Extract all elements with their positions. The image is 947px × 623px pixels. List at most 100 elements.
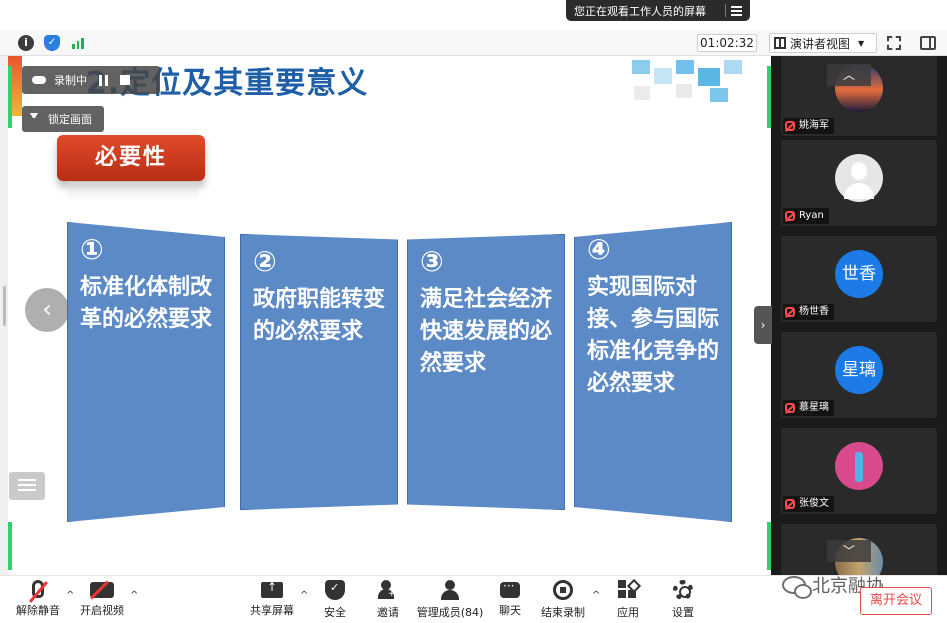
security-button[interactable]: 安全 bbox=[305, 580, 365, 620]
panel-text: 满足社会经济快速发展的必然要求 bbox=[420, 287, 553, 376]
record-stop-icon bbox=[553, 580, 573, 600]
settings-button[interactable]: 设置 bbox=[653, 580, 713, 620]
participant-label: 张俊文 bbox=[783, 496, 834, 512]
necessity-tag: 必要性 bbox=[57, 135, 205, 181]
pause-icon[interactable] bbox=[99, 74, 108, 86]
view-mode-label: 演讲者视图 bbox=[790, 36, 851, 51]
avatar: 世香 bbox=[835, 250, 883, 298]
leave-meeting-button[interactable]: 离开会议 bbox=[860, 587, 932, 615]
participant-label: 姚海军 bbox=[783, 118, 834, 134]
mic-muted-icon bbox=[785, 121, 795, 131]
decor-square bbox=[724, 60, 742, 74]
lock-screen-label: 锁定画面 bbox=[48, 113, 92, 126]
chevron-up-icon[interactable]: ^ bbox=[130, 590, 138, 601]
share-screen-icon bbox=[261, 580, 283, 598]
panel-number: ② bbox=[253, 245, 277, 278]
start-video-button[interactable]: 开启视频 bbox=[72, 580, 132, 618]
mic-muted-icon bbox=[785, 307, 795, 317]
apps-label: 应用 bbox=[617, 606, 639, 619]
menu-icon[interactable] bbox=[731, 4, 742, 16]
chevron-up-icon[interactable]: ︿ bbox=[827, 64, 871, 86]
members-icon bbox=[440, 580, 460, 600]
layout-icon bbox=[774, 37, 786, 49]
cloud-icon bbox=[32, 76, 46, 84]
slide-edge-marker bbox=[8, 522, 12, 570]
manage-members-button[interactable]: 管理成员(84) bbox=[413, 580, 487, 620]
pin-icon bbox=[30, 113, 38, 125]
gear-icon bbox=[673, 580, 693, 600]
avatar bbox=[835, 442, 883, 490]
slide-panel: ② 政府职能转变的必然要求 bbox=[240, 234, 398, 510]
participant-tile[interactable]: Ryan bbox=[781, 140, 937, 226]
share-screen-label: 共享屏幕 bbox=[250, 604, 294, 617]
panel-number: ① bbox=[80, 233, 104, 266]
sidebar-toggle-icon[interactable] bbox=[920, 36, 936, 50]
info-icon[interactable]: i bbox=[18, 35, 34, 51]
collapse-gallery-button[interactable]: › bbox=[754, 306, 772, 344]
mic-muted-icon bbox=[785, 403, 795, 413]
settings-label: 设置 bbox=[672, 606, 694, 619]
slide-edge-marker bbox=[8, 66, 12, 128]
mic-muted-icon bbox=[32, 580, 44, 598]
screen-share-banner: 您正在观看工作人员的屏幕 bbox=[566, 0, 750, 21]
decor-square bbox=[654, 68, 672, 84]
participant-name: 杨世香 bbox=[799, 306, 829, 317]
prev-slide-button[interactable]: ‹ bbox=[25, 288, 69, 332]
participant-tile[interactable]: 张俊文 bbox=[781, 428, 937, 514]
recording-panel: 录制中 bbox=[22, 66, 160, 94]
invite-button[interactable]: 邀请 bbox=[358, 580, 418, 620]
apps-button[interactable]: 应用 bbox=[598, 580, 658, 620]
participant-label: 慕星璃 bbox=[783, 400, 834, 416]
apps-icon bbox=[618, 580, 638, 600]
wechat-icon bbox=[782, 576, 812, 599]
avatar: 星璃 bbox=[835, 346, 883, 394]
panel-number: ③ bbox=[420, 245, 444, 278]
invite-label: 邀请 bbox=[377, 606, 399, 619]
list-icon[interactable] bbox=[9, 472, 45, 500]
decor-square bbox=[676, 60, 694, 74]
invite-icon bbox=[378, 580, 398, 600]
slide-panel: ① 标准化体制改革的必然要求 bbox=[67, 222, 225, 522]
meeting-timer: 01:02:32 bbox=[697, 34, 757, 52]
panel-text: 政府职能转变的必然要求 bbox=[253, 287, 386, 344]
fullscreen-icon[interactable] bbox=[887, 36, 901, 50]
share-screen-button[interactable]: 共享屏幕 bbox=[242, 580, 302, 618]
mic-muted-icon bbox=[785, 499, 795, 509]
chat-label: 聊天 bbox=[499, 604, 521, 617]
tag-reflection bbox=[68, 182, 198, 202]
chat-icon bbox=[500, 579, 520, 598]
mic-muted-icon bbox=[785, 211, 795, 221]
caret-down-icon: ▼ bbox=[858, 38, 865, 48]
shield-icon bbox=[325, 580, 345, 600]
participant-name: 张俊文 bbox=[799, 498, 829, 509]
left-edge-strip bbox=[0, 56, 8, 575]
decor-square bbox=[698, 68, 720, 86]
shield-icon[interactable]: ✓ bbox=[44, 35, 60, 51]
members-label: 管理成员(84) bbox=[416, 606, 484, 619]
participant-label: Ryan bbox=[783, 208, 829, 224]
unmute-label: 解除静音 bbox=[16, 604, 60, 617]
panel-text: 实现国际对接、参与国际标准化竞争的必然要求 bbox=[587, 275, 720, 396]
decor-square bbox=[710, 88, 728, 102]
participant-gallery: 姚海军 ︿ Ryan 世香 杨世香 星璃 慕星璃 张俊文 ﹀ bbox=[771, 56, 947, 575]
view-mode-dropdown[interactable]: 演讲者视图 ▼ bbox=[769, 33, 877, 53]
end-recording-label: 结束录制 bbox=[541, 606, 585, 619]
decor-square bbox=[634, 86, 650, 100]
panel-text: 标准化体制改革的必然要求 bbox=[80, 275, 213, 332]
participant-tile[interactable]: 世香 杨世香 bbox=[781, 236, 937, 322]
participant-name: Ryan bbox=[799, 210, 824, 221]
shared-slide: 2.定位及其重要意义 录制中 锁定画面 必要性 ① 标准化体制改革的必然要求 ②… bbox=[8, 56, 771, 575]
control-bar: 解除静音 ^ 开启视频 ^ 共享屏幕 ^ 安全 邀请 管理成员(84) 聊天 结… bbox=[0, 575, 947, 623]
recording-label: 录制中 bbox=[54, 74, 87, 87]
lock-screen-button[interactable]: 锁定画面 bbox=[22, 106, 104, 132]
participant-tile[interactable]: 星璃 慕星璃 bbox=[781, 332, 937, 418]
signal-icon[interactable] bbox=[70, 35, 86, 51]
stop-icon[interactable] bbox=[120, 75, 130, 85]
chat-button[interactable]: 聊天 bbox=[480, 579, 540, 618]
unmute-button[interactable]: 解除静音 bbox=[8, 580, 68, 618]
participant-name: 慕星璃 bbox=[799, 402, 829, 413]
chevron-down-icon[interactable]: ﹀ bbox=[827, 540, 871, 562]
end-recording-button[interactable]: 结束录制 bbox=[533, 580, 593, 620]
security-label: 安全 bbox=[324, 606, 346, 619]
banner-text: 您正在观看工作人员的屏幕 bbox=[574, 4, 706, 18]
